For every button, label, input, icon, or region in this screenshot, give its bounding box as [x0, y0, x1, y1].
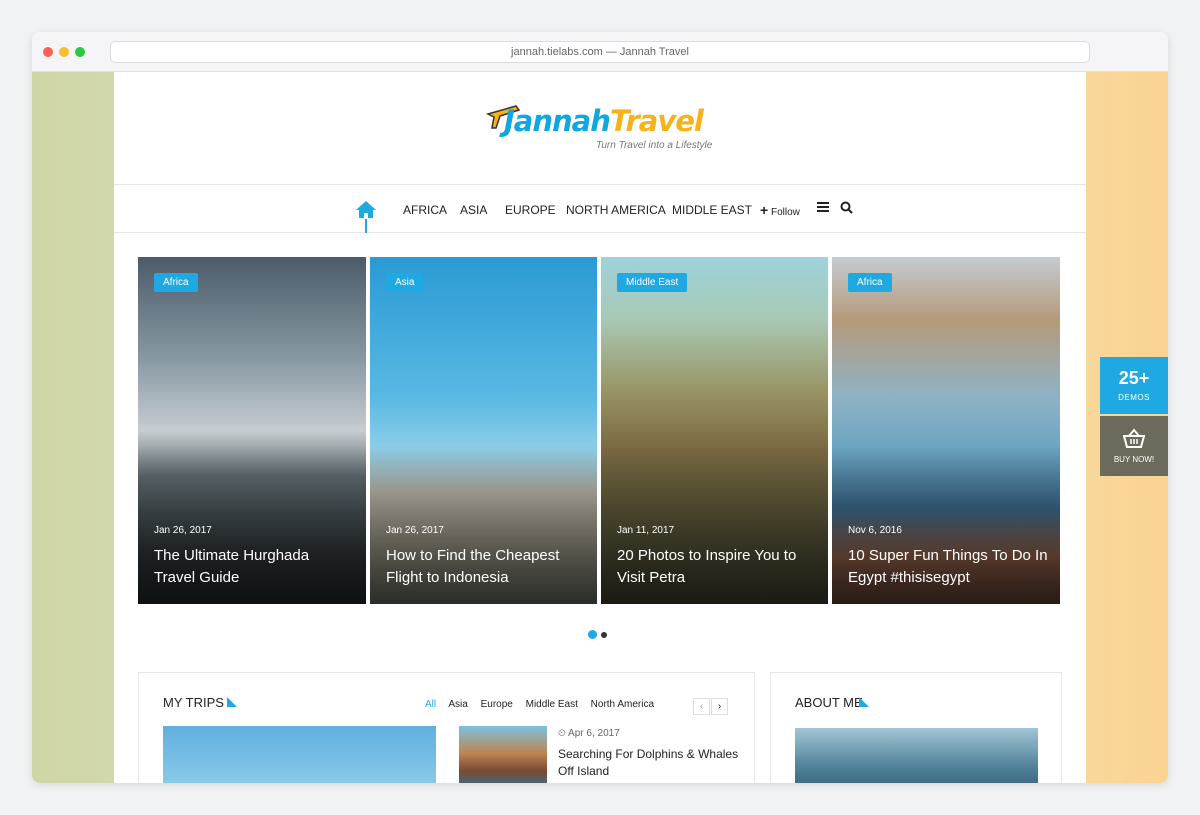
slide-date: Jan 11, 2017: [617, 525, 675, 536]
nav-item-africa[interactable]: AFRICA: [403, 203, 447, 217]
prev-arrow-button[interactable]: ‹: [693, 698, 710, 715]
slide-card[interactable]: Africa Jan 26, 2017 The Ultimate Hurghad…: [138, 257, 366, 604]
trip-arrows: ‹ ›: [693, 696, 728, 715]
slide-card[interactable]: Middle East Jan 11, 2017 20 Photos to In…: [601, 257, 828, 604]
slide-card[interactable]: Africa Nov 6, 2016 10 Super Fun Things T…: [832, 257, 1060, 604]
category-badge[interactable]: Middle East: [617, 273, 688, 292]
title-flag-icon: [859, 697, 869, 707]
plus-icon: +: [760, 202, 769, 218]
about-me-title: ABOUT ME: [795, 695, 863, 710]
address-bar[interactable]: jannah.tielabs.com — Jannah Travel: [110, 41, 1090, 63]
trip-featured-image[interactable]: [163, 726, 436, 783]
main-nav: AFRICA ASIA EUROPE NORTH AMERICA MIDDLE …: [114, 184, 1086, 233]
slide-card[interactable]: Asia Jan 26, 2017 How to Find the Cheape…: [370, 257, 597, 604]
my-trips-widget: MY TRIPS All Asia Europe Middle East Nor…: [138, 672, 755, 783]
trip-date-text: Apr 6, 2017: [568, 728, 620, 739]
slide-title[interactable]: 20 Photos to Inspire You to Visit Petra: [617, 545, 817, 589]
filter-middle-east[interactable]: Middle East: [526, 699, 578, 710]
nav-home[interactable]: [355, 199, 377, 233]
follow-label: Follow: [770, 207, 800, 218]
nav-item-asia[interactable]: ASIA: [460, 203, 487, 217]
filter-europe[interactable]: Europe: [481, 699, 513, 710]
trip-post-date: ⏲ Apr 6, 2017: [558, 728, 620, 739]
about-me-widget: ABOUT ME: [770, 672, 1062, 783]
follow-button[interactable]: + Follow: [760, 202, 800, 218]
logo-name-part2: Travel: [609, 104, 704, 138]
nav-item-middle-east[interactable]: MIDDLE EAST: [672, 203, 752, 217]
logo-tagline: Turn Travel into a Lifestyle: [596, 140, 713, 151]
slide-title[interactable]: The Ultimate Hurghada Travel Guide: [154, 545, 354, 589]
minimize-window-button[interactable]: [59, 47, 69, 57]
slide-title[interactable]: How to Find the Cheapest Flight to Indon…: [386, 545, 586, 589]
search-icon[interactable]: [840, 201, 853, 214]
browser-titlebar: jannah.tielabs.com — Jannah Travel: [32, 32, 1168, 72]
category-badge[interactable]: Africa: [848, 273, 892, 292]
buy-now-label: BUY NOW!: [1113, 455, 1155, 464]
nav-item-europe[interactable]: EUROPE: [505, 203, 556, 217]
category-badge[interactable]: Asia: [386, 273, 424, 292]
trip-thumbnail[interactable]: [459, 726, 547, 783]
demos-widget[interactable]: 25+ DEMOS: [1100, 357, 1168, 414]
maximize-window-button[interactable]: [75, 47, 85, 57]
slider-pagination: [588, 626, 611, 644]
site-logo[interactable]: JannahTravel Turn Travel into a Lifestyl…: [486, 102, 716, 162]
slide-title[interactable]: 10 Super Fun Things To Do In Egypt #this…: [848, 545, 1048, 589]
trip-filters: All Asia Europe Middle East North Americ…: [425, 699, 664, 710]
hamburger-icon[interactable]: [817, 201, 830, 213]
next-arrow-button[interactable]: ›: [711, 698, 728, 715]
trip-post-title[interactable]: Searching For Dolphins & Whales Off Isla…: [558, 746, 748, 780]
browser-window: jannah.tielabs.com — Jannah Travel Janna…: [32, 32, 1168, 783]
slide-date: Jan 26, 2017: [154, 525, 212, 536]
slide-date: Jan 26, 2017: [386, 525, 444, 536]
logo-name-part1: Jannah: [504, 104, 611, 138]
slider-dot-active[interactable]: [588, 630, 597, 639]
filter-north-america[interactable]: North America: [591, 699, 654, 710]
slider-dot[interactable]: [601, 632, 607, 638]
slide-date: Nov 6, 2016: [848, 525, 902, 536]
demos-count: 25+: [1118, 368, 1150, 388]
filter-asia[interactable]: Asia: [448, 699, 467, 710]
site-page: JannahTravel Turn Travel into a Lifestyl…: [114, 72, 1086, 783]
demos-label: DEMOS: [1118, 393, 1150, 402]
page-viewport: JannahTravel Turn Travel into a Lifestyl…: [32, 72, 1168, 783]
nav-item-north-america[interactable]: NORTH AMERICA: [566, 203, 666, 217]
title-flag-icon: [227, 697, 237, 707]
category-badge[interactable]: Africa: [154, 273, 198, 292]
about-me-image: [795, 728, 1038, 783]
basket-icon: [1122, 428, 1146, 448]
filter-all[interactable]: All: [425, 699, 436, 710]
clock-icon: ⏲: [558, 728, 566, 739]
close-window-button[interactable]: [43, 47, 53, 57]
my-trips-title: MY TRIPS: [163, 695, 224, 710]
buy-now-widget[interactable]: BUY NOW!: [1100, 416, 1168, 476]
logo-wordmark: JannahTravel: [504, 104, 704, 138]
featured-slider: Africa Jan 26, 2017 The Ultimate Hurghad…: [138, 257, 1060, 604]
home-icon: [356, 201, 376, 233]
